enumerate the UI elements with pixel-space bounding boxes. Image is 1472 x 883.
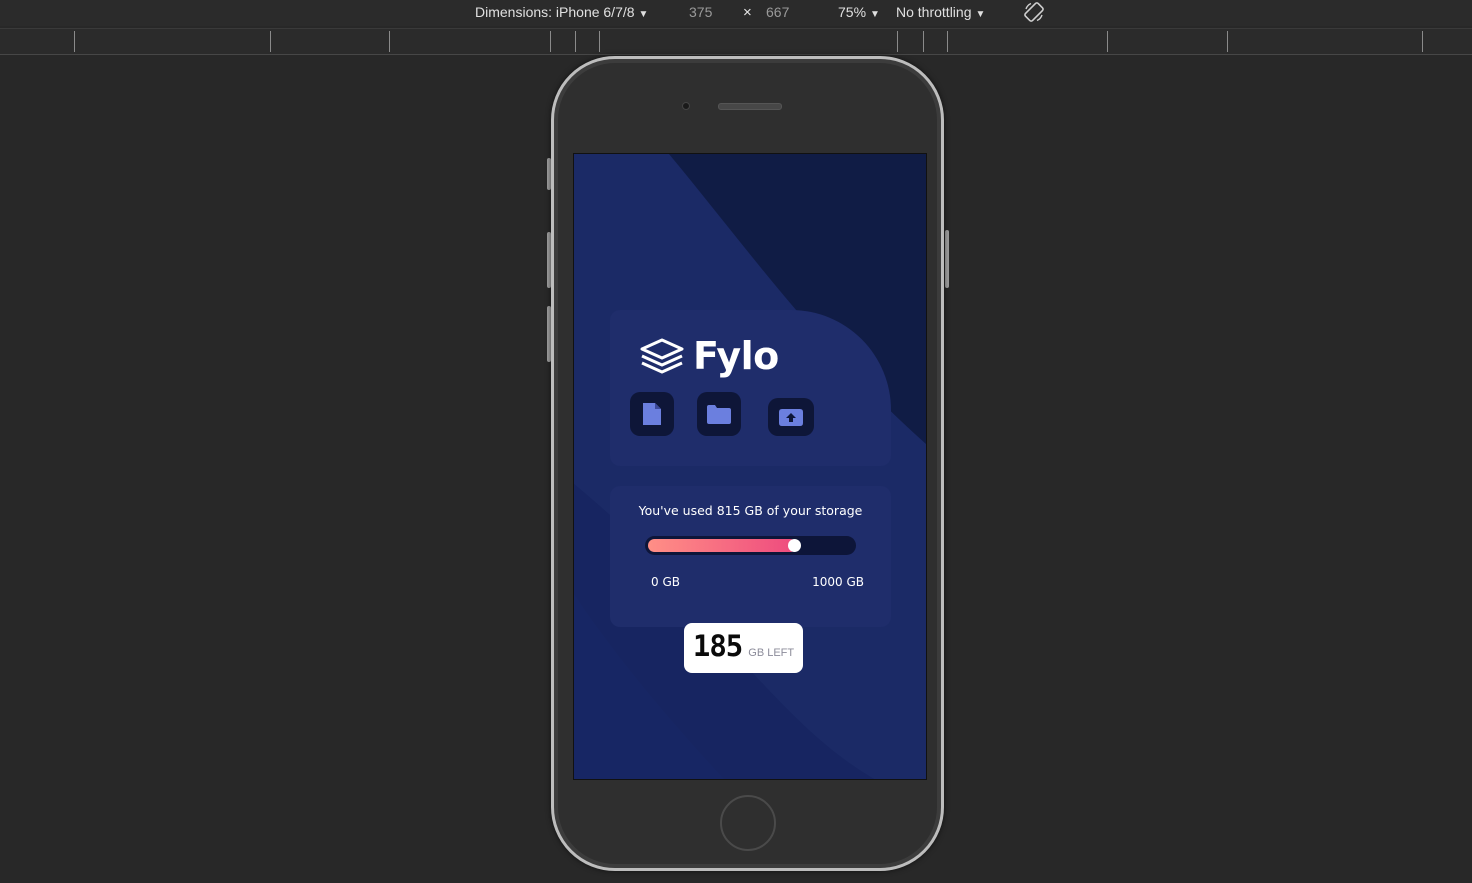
media-query-ruler: [0, 28, 1472, 55]
speaker-grille: [718, 103, 782, 110]
usage-text: You've used 815 GB of your storage: [638, 503, 863, 518]
ruler-mark: [923, 31, 924, 52]
ruler-mark: [897, 31, 898, 52]
folder-icon: [707, 404, 731, 424]
times-icon: ×: [743, 4, 752, 21]
ruler-mark: [599, 31, 600, 52]
width-input[interactable]: 375: [689, 4, 712, 20]
ruler-mark: [575, 31, 576, 52]
zoom-dropdown[interactable]: 75% ▼: [838, 4, 880, 20]
layers-icon: [640, 338, 684, 374]
remaining-label: GB LEFT: [748, 647, 795, 659]
throttling-label: No throttling: [896, 4, 972, 20]
storage-usage-card: You've used 815 GB of your storage 0 GB …: [610, 486, 891, 627]
document-icon: [643, 403, 661, 425]
document-button[interactable]: [630, 392, 674, 436]
device-dimensions-dropdown[interactable]: Dimensions: iPhone 6/7/8 ▼: [475, 4, 648, 20]
device-screen: Fylo You've used 815 GB of your storage: [573, 153, 927, 780]
devtools-toolbar: Dimensions: iPhone 6/7/8 ▼ 375 × 667 75% ▼…: [0, 0, 1472, 26]
ruler-mark: [270, 31, 271, 52]
remaining-storage-badge: 185 GB LEFT: [684, 623, 803, 673]
upload-icon: [779, 408, 803, 426]
chevron-down-icon: ▼: [975, 9, 986, 20]
remaining-number: 185: [692, 629, 743, 663]
ruler-mark: [1107, 31, 1108, 52]
rotate-icon[interactable]: [1022, 0, 1046, 24]
chevron-down-icon: ▼: [870, 9, 880, 20]
ruler-mark: [1422, 31, 1423, 52]
storage-progress-fill: [648, 539, 797, 552]
ruler-mark: [1227, 31, 1228, 52]
ruler-mark: [550, 31, 551, 52]
ruler-mark: [74, 31, 75, 52]
zoom-label: 75%: [838, 4, 867, 20]
range-max-label: 1000 GB: [812, 575, 864, 589]
front-camera: [682, 102, 690, 110]
power-button: [945, 230, 949, 288]
folder-button[interactable]: [697, 392, 741, 436]
storage-progress-knob: [788, 539, 801, 552]
home-button: [720, 795, 776, 851]
brand-name: Fylo: [693, 334, 779, 378]
storage-progress-bar: [645, 536, 856, 555]
background-curves: [574, 154, 926, 779]
device-label: Dimensions: iPhone 6/7/8: [475, 4, 635, 20]
upload-button[interactable]: [768, 398, 814, 436]
range-min-label: 0 GB: [651, 575, 680, 589]
ruler-mark: [947, 31, 948, 52]
ruler-mark: [389, 31, 390, 52]
logo-card: Fylo: [610, 310, 891, 466]
chevron-down-icon: ▼: [638, 9, 649, 20]
height-input[interactable]: 667: [766, 4, 789, 20]
brand-logo: Fylo: [639, 334, 779, 378]
throttling-dropdown[interactable]: No throttling ▼: [896, 4, 985, 20]
